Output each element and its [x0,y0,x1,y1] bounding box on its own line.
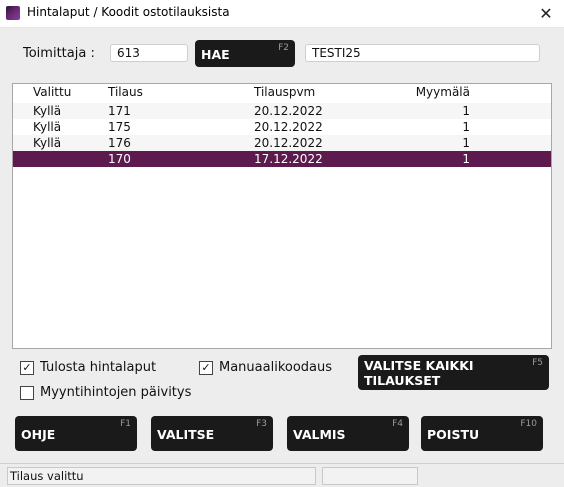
supplier-name-field: TESTI25 [305,44,540,62]
status-text: Tilaus valittu [7,467,316,485]
cell-selected: Kyllä [33,120,62,134]
checkbox-checked-icon: ✓ [199,360,213,375]
cell-date: 20.12.2022 [254,104,323,118]
app-icon [6,6,20,20]
search-button[interactable]: F2 HAE [195,40,295,67]
window-title: Hintalaput / Koodit ostotilauksista [27,5,230,19]
price-update-checkbox[interactable]: Myyntihintojen päivitys [20,385,191,400]
cell-order: 170 [108,152,131,166]
help-button[interactable]: F1 OHJE [15,416,137,451]
checkbox-unchecked-icon [20,385,34,400]
cell-order: 175 [108,120,131,134]
select-button[interactable]: F3 VALITSE [151,416,273,451]
search-button-label: HAE [201,47,230,62]
select-all-line2: TILAUKSET [364,373,441,388]
cell-order: 171 [108,104,131,118]
done-button-label: VALMIS [293,427,346,442]
select-key-hint: F3 [256,419,267,429]
col-order[interactable]: Tilaus [108,85,143,99]
exit-key-hint: F10 [520,419,537,429]
cell-selected: Kyllä [33,104,62,118]
title-bar: Hintalaput / Koodit ostotilauksista ✕ [0,0,564,28]
exit-button[interactable]: F10 POISTU [421,416,543,451]
orders-table[interactable]: Valittu Tilaus Tilauspvm Myymälä Kyllä 1… [12,83,552,349]
done-key-hint: F4 [392,419,403,429]
close-icon: ✕ [539,4,553,23]
print-labels-label: Tulosta hintalaput [40,360,157,375]
close-button[interactable]: ✕ [528,0,564,27]
print-labels-checkbox[interactable]: ✓ Tulosta hintalaput [20,360,156,375]
search-key-hint: F2 [278,43,289,53]
supplier-label: Toimittaja : [23,46,95,61]
select-all-line1: VALITSE KAIKKI [364,358,474,373]
cell-store: 1 [462,136,470,150]
supplier-number-input[interactable]: 613 [110,44,188,62]
col-order-date[interactable]: Tilauspvm [254,85,315,99]
help-key-hint: F1 [120,419,131,429]
cell-selected: Kyllä [33,136,62,150]
select-button-label: VALITSE [157,427,215,442]
select-all-key-hint: F5 [532,358,543,368]
cell-order: 176 [108,136,131,150]
manual-coding-checkbox[interactable]: ✓ Manuaalikoodaus [199,360,332,375]
manual-coding-label: Manuaalikoodaus [219,360,333,375]
table-row-selected[interactable]: 170 17.12.2022 1 [13,151,551,167]
cell-store: 1 [462,152,470,166]
col-store[interactable]: Myymälä [413,85,470,99]
done-button[interactable]: F4 VALMIS [287,416,409,451]
cell-store: 1 [462,104,470,118]
table-row[interactable]: Kyllä 175 20.12.2022 1 [13,119,551,135]
table-header: Valittu Tilaus Tilauspvm Myymälä [13,84,551,101]
status-cell-secondary [322,467,418,485]
exit-button-label: POISTU [427,427,480,442]
cell-date: 20.12.2022 [254,136,323,150]
help-button-label: OHJE [21,427,56,442]
table-row[interactable]: Kyllä 171 20.12.2022 1 [13,103,551,119]
cell-date: 17.12.2022 [254,152,323,166]
select-all-orders-button[interactable]: F5 VALITSE KAIKKI TILAUKSET [358,355,549,390]
price-update-label: Myyntihintojen päivitys [40,385,192,400]
col-selected[interactable]: Valittu [33,85,71,99]
checkbox-checked-icon: ✓ [20,360,34,375]
cell-store: 1 [462,120,470,134]
table-row[interactable]: Kyllä 176 20.12.2022 1 [13,135,551,151]
cell-date: 20.12.2022 [254,120,323,134]
status-bar: Tilaus valittu [0,463,564,487]
